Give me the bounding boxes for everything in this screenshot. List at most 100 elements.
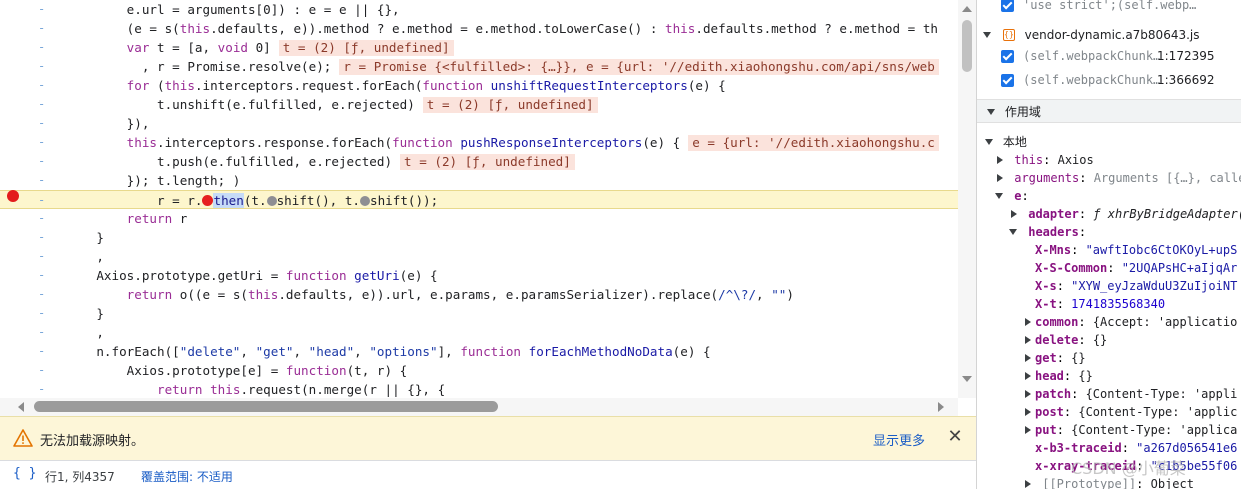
code-line[interactable]: - } [0,304,958,323]
line-gutter-marker[interactable]: - [38,380,48,399]
breakpoint-marker-icon[interactable] [7,190,19,202]
coverage-status[interactable]: 覆盖范围: 不适用 [141,468,233,485]
code-line[interactable]: - , [0,247,958,266]
header-group[interactable]: common: {Accept: 'applicatio [1025,313,1237,331]
expand-arrow-icon[interactable] [983,32,991,38]
line-gutter-marker[interactable]: - [38,361,48,380]
line-gutter-marker[interactable]: - [38,191,48,210]
code-line[interactable]: - }), [0,114,958,133]
pretty-print-button[interactable]: { } [13,466,36,481]
prop-headers[interactable]: headers: [1009,223,1086,241]
expand-arrow-icon[interactable] [1025,372,1031,380]
line-gutter-marker[interactable]: - [38,304,48,323]
inline-step-location-icon[interactable] [359,196,370,206]
header-group[interactable]: post: {Content-Type: 'applic [1025,403,1237,421]
scope-var-arguments[interactable]: arguments: Arguments [{…}, calle [997,169,1241,187]
breakpoint-checkbox[interactable] [1001,74,1014,87]
vertical-scroll-thumb[interactable] [962,20,972,72]
expand-arrow-icon[interactable] [1025,408,1031,416]
horizontal-scroll-thumb[interactable] [34,401,498,412]
expand-arrow-icon[interactable] [1025,354,1031,362]
expand-arrow-icon[interactable] [1025,318,1031,326]
code-line[interactable]: - } [0,228,958,247]
line-gutter-marker[interactable]: - [38,171,48,190]
code-line[interactable]: - }); t.length; ) [0,171,958,190]
line-gutter-marker[interactable]: - [38,228,48,247]
code-line[interactable]: - return this.request(n.merge(r || {}, { [0,380,958,399]
code-line[interactable]: - e.url = arguments[0]) : e = e || {}, [0,0,958,19]
line-gutter-marker[interactable]: - [38,0,48,19]
inline-breakpoint-icon[interactable] [202,195,214,206]
line-gutter-marker[interactable]: - [38,342,48,361]
header-entry[interactable]: X-Mns: "awftIobc6CtOKOyL+upS [1035,241,1237,259]
breakpoint-item[interactable]: (self.webpackChunk… 1:172395 [1001,47,1241,65]
scroll-up-arrow-icon[interactable] [962,6,972,12]
expand-arrow-icon[interactable] [1009,229,1017,235]
line-gutter-marker[interactable]: - [38,114,48,133]
line-gutter-marker[interactable]: - [38,152,48,171]
inline-step-location-icon[interactable] [266,196,277,206]
vertical-scrollbar[interactable] [958,0,976,398]
scope-var-e[interactable]: e: [995,187,1029,205]
collapse-arrow-icon[interactable] [987,109,995,115]
header-entry[interactable]: X-s: "XYW_eyJzaWduU3ZuIjoiNT [1035,277,1237,295]
code-line[interactable]: - , [0,323,958,342]
expand-arrow-icon[interactable] [1011,210,1017,218]
code-line[interactable]: - Axios.prototype.getUri = function getU… [0,266,958,285]
expand-arrow-icon[interactable] [985,139,993,145]
expand-arrow-icon[interactable] [997,156,1003,164]
header-group[interactable]: patch: {Content-Type: 'appli [1025,385,1237,403]
code-line[interactable]: - n.forEach(["delete", "get", "head", "o… [0,342,958,361]
scope-section-header[interactable]: 作用域 [977,99,1241,123]
line-gutter-marker[interactable]: - [38,76,48,95]
line-gutter-marker[interactable]: - [38,38,48,57]
source-editor[interactable]: - e.url = arguments[0]) : e = e || {}, - … [0,0,976,416]
scroll-right-arrow-icon[interactable] [938,402,944,412]
code-line[interactable]: - this.interceptors.response.forEach(fun… [0,133,958,152]
header-group[interactable]: head: {} [1025,367,1093,385]
code-line[interactable]: - for (this.interceptors.request.forEach… [0,76,958,95]
breakpoint-item[interactable]: (self.webpackChunk… 1:366692 [1001,71,1241,89]
scroll-left-arrow-icon[interactable] [18,402,24,412]
header-entry[interactable]: X-t: 1741835568340 [1035,295,1165,313]
expand-arrow-icon[interactable] [1025,426,1031,434]
code-line[interactable]: - return o((e = s(this.defaults, e)).url… [0,285,958,304]
line-gutter-marker[interactable]: - [38,133,48,152]
code-line[interactable]: - var t = [a, void 0] t = (2) [ƒ, undefin… [0,38,958,57]
expand-arrow-icon[interactable] [1025,336,1031,344]
breakpoint-file-row[interactable]: vendor-dynamic.a7b80643.js [983,26,1200,44]
code-line[interactable]: - , r = Promise.resolve(e); r = Promise {… [0,57,958,76]
local-scope-row[interactable]: 本地 [985,133,1027,151]
prop-adapter[interactable]: adapter: ƒ xhrByBridgeAdapter( [1011,205,1241,223]
header-group[interactable]: put: {Content-Type: 'applica [1025,421,1237,439]
breakpoint-checkbox[interactable] [1001,50,1014,63]
show-more-link[interactable]: 显示更多 [873,430,925,449]
expand-arrow-icon[interactable] [1025,390,1031,398]
scroll-down-arrow-icon[interactable] [962,376,972,382]
horizontal-scrollbar[interactable] [0,398,958,416]
code-line[interactable]: - Axios.prototype[e] = function(t, r) { [0,361,958,380]
line-gutter-marker[interactable]: - [38,266,48,285]
separator: : [1078,333,1093,347]
header-group[interactable]: delete: {} [1025,331,1107,349]
line-gutter-marker[interactable]: - [38,19,48,38]
breakpoint-checkbox[interactable] [1001,0,1014,12]
line-gutter-marker[interactable]: - [38,209,48,228]
line-gutter-marker[interactable]: - [38,57,48,76]
header-group[interactable]: get: {} [1025,349,1086,367]
code-line[interactable]: - (e = s(this.defaults, e)).method ? e.m… [0,19,958,38]
expand-arrow-icon[interactable] [995,193,1003,199]
line-gutter-marker[interactable]: - [38,323,48,342]
line-gutter-marker[interactable]: - [38,95,48,114]
expand-arrow-icon[interactable] [997,174,1003,182]
header-entry[interactable]: X-S-Common: "2UQAPsHC+aIjqAr [1035,259,1237,277]
code-line[interactable]: - return r [0,209,958,228]
line-gutter-marker[interactable]: - [38,247,48,266]
code-line[interactable]: - t.push(e.fulfilled, e.rejected) t = (2)… [0,152,958,171]
line-gutter-marker[interactable]: - [38,285,48,304]
expand-arrow-icon[interactable] [1025,480,1031,488]
close-icon[interactable]: ✕ [946,428,964,447]
paused-code-line[interactable]: - r = r. then(t. shift(), t. shift()); [0,190,958,209]
code-line[interactable]: - t.unshift(e.fulfilled, e.rejected) t = … [0,95,958,114]
scope-var-this[interactable]: this: Axios [997,151,1094,169]
